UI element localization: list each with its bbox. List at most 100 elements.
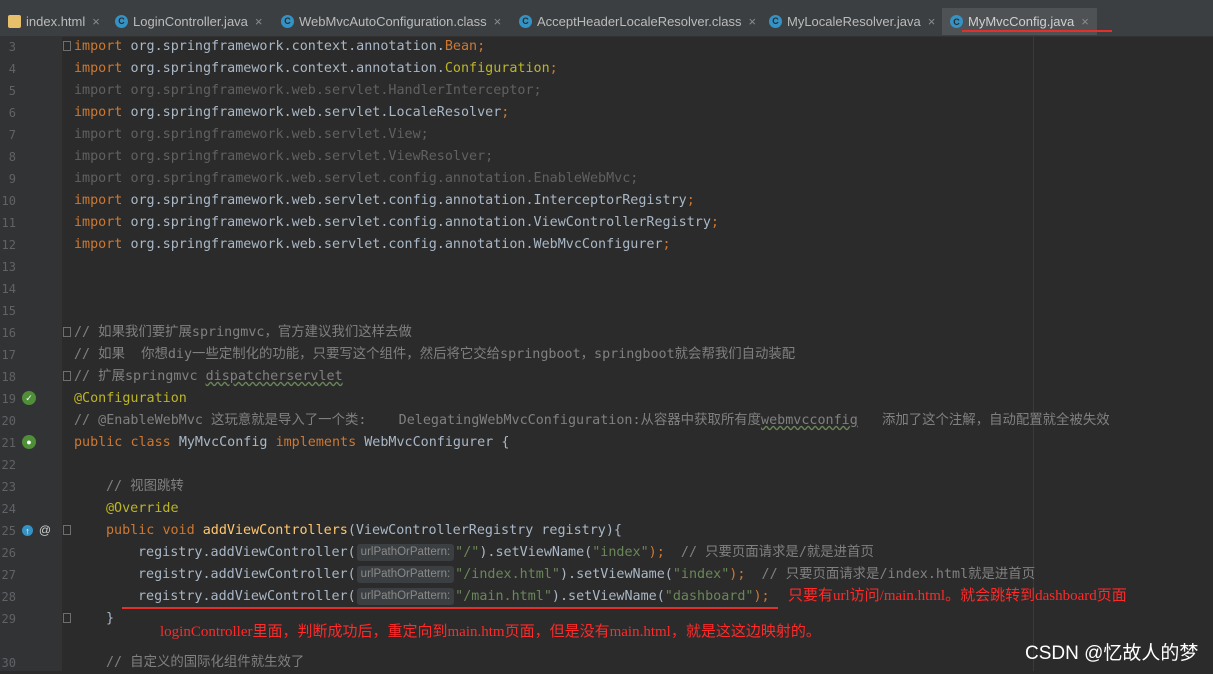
tab-label: MyLocaleResolver.java: [787, 13, 921, 29]
close-icon[interactable]: ×: [92, 14, 100, 29]
java-class-icon: C: [115, 14, 128, 28]
code-line: 21 ● public class MyMvcConfig implements…: [0, 432, 1213, 454]
csdn-watermark: CSDN @忆故人的梦: [1025, 643, 1199, 664]
tab-webmvc-autoconfiguration[interactable]: C WebMvcAutoConfiguration.class ×: [281, 9, 501, 33]
import-class: Configuration: [444, 61, 550, 76]
code-line: 3 import org.springframework.context.ann…: [0, 36, 1213, 58]
line-number: 17: [1, 348, 16, 362]
java-class-icon: C: [950, 15, 963, 28]
call-expression: ).setViewName(: [551, 589, 665, 604]
import-class: EnableWebMvc: [533, 171, 631, 186]
import-package: org.springframework.web.servlet.: [130, 127, 389, 142]
line-number: 25: [1, 524, 16, 538]
statement-end: );: [729, 567, 746, 582]
call-expression: registry.addViewController(: [138, 567, 356, 582]
java-class-icon: C: [769, 14, 782, 28]
code-line: 10 import org.springframework.web.servle…: [0, 190, 1213, 212]
line-number: 18: [1, 370, 16, 384]
line-number: 21: [1, 436, 16, 450]
close-icon[interactable]: ×: [749, 14, 757, 29]
line-number: 10: [1, 194, 16, 208]
fold-marker-icon[interactable]: [63, 371, 71, 381]
code-line: 7 import org.springframework.web.servlet…: [0, 124, 1213, 146]
import-keyword: import: [74, 237, 123, 252]
comment: // 如果我们要扩展springmvc，官方建议我们这样去做: [74, 325, 412, 340]
code-line: 8 import org.springframework.web.servlet…: [0, 146, 1213, 168]
statement-end: );: [648, 545, 665, 560]
line-number: 11: [1, 216, 16, 230]
fold-marker-icon[interactable]: [63, 41, 71, 51]
java-class-icon: C: [519, 14, 532, 28]
import-keyword: import: [74, 39, 123, 54]
line-number: 28: [1, 590, 16, 604]
code-line: 19 ✓ @Configuration: [0, 388, 1213, 410]
call-expression: registry.addViewController(: [138, 545, 356, 560]
close-icon[interactable]: ×: [928, 14, 936, 29]
annotation: @Override: [106, 501, 179, 516]
spring-config-icon[interactable]: ●: [22, 435, 36, 449]
fold-marker-icon[interactable]: [63, 525, 71, 535]
line-number: 16: [1, 326, 16, 340]
code-line: 23 // 视图跳转: [0, 476, 1213, 498]
import-class: WebMvcConfigurer: [533, 237, 663, 252]
code-line: 14: [0, 278, 1213, 300]
code-line: 5 import org.springframework.web.servlet…: [0, 80, 1213, 102]
line-number: 12: [1, 238, 16, 252]
spring-bean-icon[interactable]: ✓: [22, 391, 36, 405]
tab-label: MyMvcConfig.java: [968, 14, 1075, 29]
red-annotation-note: loginController里面，判断成功后，重定向到main.htm页面，但…: [160, 624, 821, 640]
tab-label: WebMvcAutoConfiguration.class: [299, 13, 487, 29]
import-class: ViewResolver: [388, 149, 486, 164]
import-class: HandlerInterceptor: [388, 83, 534, 98]
tab-acceptheader-localeresolver[interactable]: C AcceptHeaderLocaleResolver.class ×: [519, 9, 756, 33]
comment: 添加了这个注解，自动配置就全被失效: [857, 413, 1110, 428]
brace: }: [106, 611, 115, 626]
import-package: org.springframework.web.servlet.config.a…: [130, 193, 534, 208]
override-method-icon[interactable]: ↑: [22, 525, 33, 536]
import-keyword: import: [74, 149, 123, 164]
keyword: class: [130, 435, 171, 450]
fold-marker-icon[interactable]: [63, 327, 71, 337]
line-number: 3: [8, 40, 16, 54]
call-expression: ).setViewName(: [559, 567, 673, 582]
class-name: MyMvcConfig: [178, 435, 268, 450]
code-line: 25 ↑ @ public void addViewControllers(Vi…: [0, 520, 1213, 542]
code-line: 4 import org.springframework.context.ann…: [0, 58, 1213, 80]
close-icon[interactable]: ×: [1081, 14, 1089, 29]
import-package: org.springframework.web.servlet.config.a…: [130, 171, 534, 186]
keyword: public: [74, 435, 123, 450]
java-class-icon: C: [281, 14, 294, 28]
call-expression: ).setViewName(: [479, 545, 593, 560]
close-icon[interactable]: ×: [255, 14, 263, 29]
tab-index-html[interactable]: index.html ×: [8, 9, 100, 33]
parameter-hint: urlPathOrPattern:: [356, 566, 455, 583]
annotation-at-icon[interactable]: @: [38, 523, 52, 537]
import-package: org.springframework.web.servlet.: [130, 149, 389, 164]
parameter-hint: urlPathOrPattern:: [356, 544, 455, 561]
import-package: org.springframework.web.servlet.: [130, 83, 389, 98]
statement-end: );: [753, 589, 770, 604]
line-number: 22: [1, 458, 16, 472]
method-name: addViewControllers: [202, 523, 348, 538]
tab-label: index.html: [26, 13, 86, 29]
fold-marker-icon[interactable]: [63, 613, 71, 623]
keyword: implements: [275, 435, 357, 450]
import-keyword: import: [74, 105, 123, 120]
comment: // 视图跳转: [106, 479, 184, 494]
code-line: 24 @Override: [0, 498, 1213, 520]
spell-check-word: dispatcherservlet: [205, 369, 343, 384]
active-tab-red-underline: [962, 30, 1112, 32]
line-number: 13: [1, 260, 16, 274]
comment: // 只要页面请求是/就是进首页: [664, 545, 874, 560]
close-icon[interactable]: ×: [494, 14, 502, 29]
import-keyword: import: [74, 215, 123, 230]
tab-label: AcceptHeaderLocaleResolver.class: [537, 13, 742, 29]
line-number: 6: [8, 106, 16, 120]
comment: // 如果 你想diy一些定制化的功能，只要写这个组件，然后将它交给spring…: [74, 347, 796, 362]
code-line: 15: [0, 300, 1213, 322]
line-number: 14: [1, 282, 16, 296]
tab-my-locale-resolver[interactable]: C MyLocaleResolver.java ×: [769, 9, 935, 33]
line-number: 20: [1, 414, 16, 428]
tab-login-controller[interactable]: C LoginController.java ×: [115, 9, 263, 33]
import-package: org.springframework.web.servlet.: [130, 105, 389, 120]
